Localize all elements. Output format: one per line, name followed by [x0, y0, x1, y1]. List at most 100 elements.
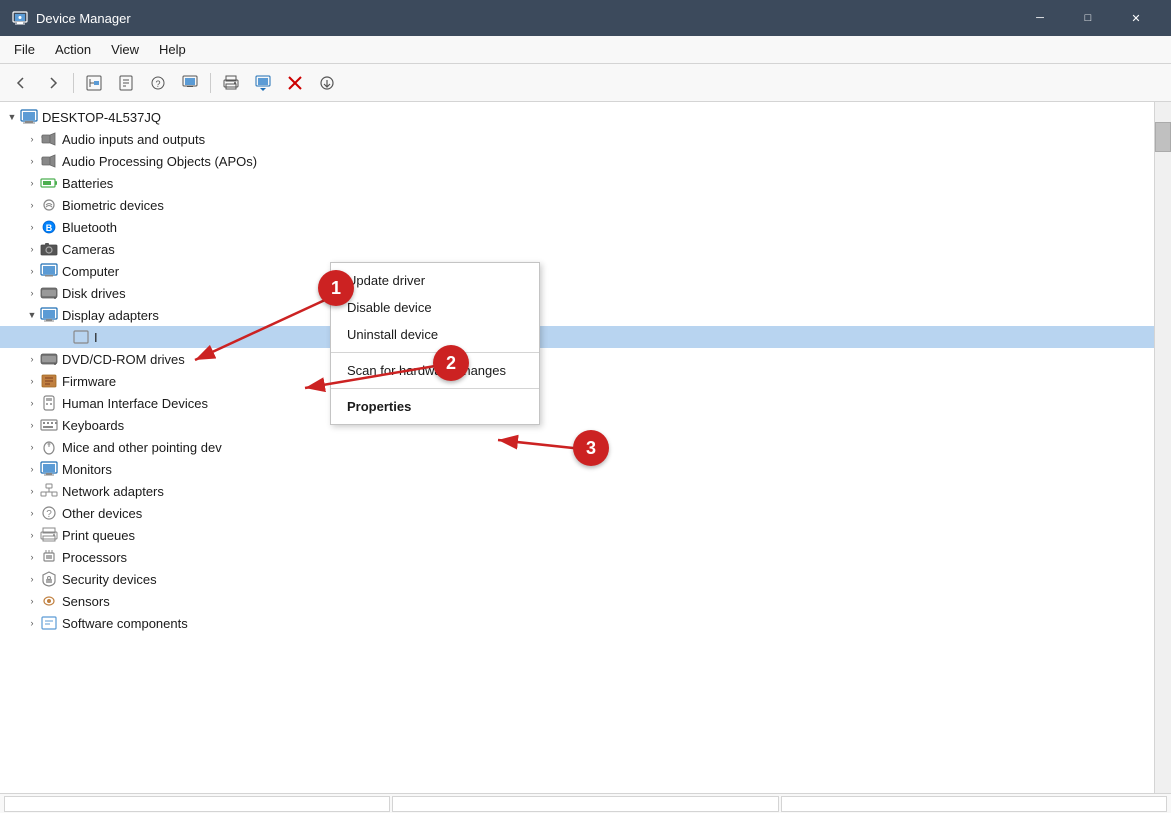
close-button[interactable]: ✕ — [1113, 0, 1159, 36]
root-label: DESKTOP-4L537JQ — [42, 110, 161, 125]
ctx-disable-device[interactable]: Disable device — [331, 294, 539, 321]
expand-17[interactable]: › — [24, 505, 40, 521]
app-icon — [12, 10, 28, 26]
tree-item-22[interactable]: › Software components — [0, 612, 1154, 634]
menu-file[interactable]: File — [4, 38, 45, 61]
label-2: Batteries — [62, 176, 113, 191]
expand-22[interactable]: › — [24, 615, 40, 631]
expand-2[interactable]: › — [24, 175, 40, 191]
icon-14 — [40, 438, 58, 456]
expand-10[interactable]: › — [24, 351, 40, 367]
menu-view[interactable]: View — [101, 38, 149, 61]
tree-root: ▼ DESKTOP-4L537JQ ›Audio inputs and outp… — [0, 106, 1154, 634]
forward-button[interactable] — [38, 69, 68, 97]
icon-17: ? — [40, 504, 58, 522]
print-button[interactable] — [216, 69, 246, 97]
icon-10 — [40, 350, 58, 368]
tree-item-3[interactable]: › Biometric devices — [0, 194, 1154, 216]
icon-0 — [40, 130, 58, 148]
help-button[interactable]: ? — [143, 69, 173, 97]
tree-item-4[interactable]: ›BBluetooth — [0, 216, 1154, 238]
back-button[interactable] — [6, 69, 36, 97]
toolbar: ? — [0, 64, 1171, 102]
title-bar-left: Device Manager — [12, 10, 131, 26]
icon-5 — [40, 240, 58, 258]
toolbar-sep-1 — [73, 73, 74, 93]
label-5: Cameras — [62, 242, 115, 257]
tree-item-2[interactable]: › Batteries — [0, 172, 1154, 194]
tree-item-15[interactable]: ›Monitors — [0, 458, 1154, 480]
svg-text:B: B — [46, 223, 53, 233]
menu-help[interactable]: Help — [149, 38, 196, 61]
icon-16 — [40, 482, 58, 500]
expand-11[interactable]: › — [24, 373, 40, 389]
ctx-properties[interactable]: Properties — [331, 393, 539, 420]
expand-18[interactable]: › — [24, 527, 40, 543]
expand-20[interactable]: › — [24, 571, 40, 587]
label-1: Audio Processing Objects (APOs) — [62, 154, 257, 169]
tree-item-0[interactable]: ›Audio inputs and outputs — [0, 128, 1154, 150]
scrollbar[interactable] — [1154, 102, 1171, 793]
expand-13[interactable]: › — [24, 417, 40, 433]
expand-4[interactable]: › — [24, 219, 40, 235]
icon-18 — [40, 526, 58, 544]
expand-7[interactable]: › — [24, 285, 40, 301]
menu-action[interactable]: Action — [45, 38, 101, 61]
expand-8[interactable]: ▼ — [24, 307, 40, 323]
tree-item-20[interactable]: › Security devices — [0, 568, 1154, 590]
device-view-button[interactable] — [175, 69, 205, 97]
label-3: Biometric devices — [62, 198, 164, 213]
tree-item-18[interactable]: ›Print queues — [0, 524, 1154, 546]
properties-button[interactable] — [111, 69, 141, 97]
root-expand[interactable]: ▼ — [4, 109, 20, 125]
window-controls: ─ □ ✕ — [1017, 0, 1159, 36]
label-7: Disk drives — [62, 286, 126, 301]
tree-item-6[interactable]: ›Computer — [0, 260, 1154, 282]
expand-19[interactable]: › — [24, 549, 40, 565]
computer-icon — [20, 108, 38, 126]
root-node[interactable]: ▼ DESKTOP-4L537JQ — [0, 106, 1154, 128]
expand-5[interactable]: › — [24, 241, 40, 257]
label-22: Software components — [62, 616, 188, 631]
expand-6[interactable]: › — [24, 263, 40, 279]
tree-item-21[interactable]: › Sensors — [0, 590, 1154, 612]
ctx-uninstall-device[interactable]: Uninstall device — [331, 321, 539, 348]
tree-item-7[interactable]: › Disk drives — [0, 282, 1154, 304]
minimize-button[interactable]: ─ — [1017, 0, 1063, 36]
expand-12[interactable]: › — [24, 395, 40, 411]
tree-item-1[interactable]: › Audio Processing Objects (APOs) — [0, 150, 1154, 172]
expand-16[interactable]: › — [24, 483, 40, 499]
scan-button[interactable] — [248, 69, 278, 97]
expand-1[interactable]: › — [24, 153, 40, 169]
expand-14[interactable]: › — [24, 439, 40, 455]
svg-text:?: ? — [46, 509, 52, 520]
ctx-update-driver[interactable]: Update driver — [331, 267, 539, 294]
maximize-button[interactable]: □ — [1065, 0, 1111, 36]
annotation-1: 1 — [318, 270, 354, 306]
remove-button[interactable] — [280, 69, 310, 97]
expand-15[interactable]: › — [24, 461, 40, 477]
icon-1 — [40, 152, 58, 170]
tree-item-10[interactable]: ›DVD/CD-ROM drives — [0, 348, 1154, 370]
download-button[interactable] — [312, 69, 342, 97]
expand-3[interactable]: › — [24, 197, 40, 213]
label-20: Security devices — [62, 572, 157, 587]
expand-0[interactable]: › — [24, 131, 40, 147]
tree-item-5[interactable]: › Cameras — [0, 238, 1154, 260]
icon-19 — [40, 548, 58, 566]
label-21: Sensors — [62, 594, 110, 609]
tree-item-17[interactable]: ›?Other devices — [0, 502, 1154, 524]
expand-21[interactable]: › — [24, 593, 40, 609]
tree-item-8[interactable]: ▼Display adapters — [0, 304, 1154, 326]
tree-item-16[interactable]: ›Network adapters — [0, 480, 1154, 502]
annotation-2: 2 — [433, 345, 469, 381]
tree-item-13[interactable]: ›Keyboards — [0, 414, 1154, 436]
tree-item-9[interactable]: I — [0, 326, 1154, 348]
tree-item-11[interactable]: ›Firmware — [0, 370, 1154, 392]
icon-13 — [40, 416, 58, 434]
tree-item-19[interactable]: ›Processors — [0, 546, 1154, 568]
context-menu: Update driver Disable device Uninstall d… — [330, 262, 540, 425]
tree-item-12[interactable]: ›Human Interface Devices — [0, 392, 1154, 414]
tree-view-button[interactable] — [79, 69, 109, 97]
icon-20 — [40, 570, 58, 588]
